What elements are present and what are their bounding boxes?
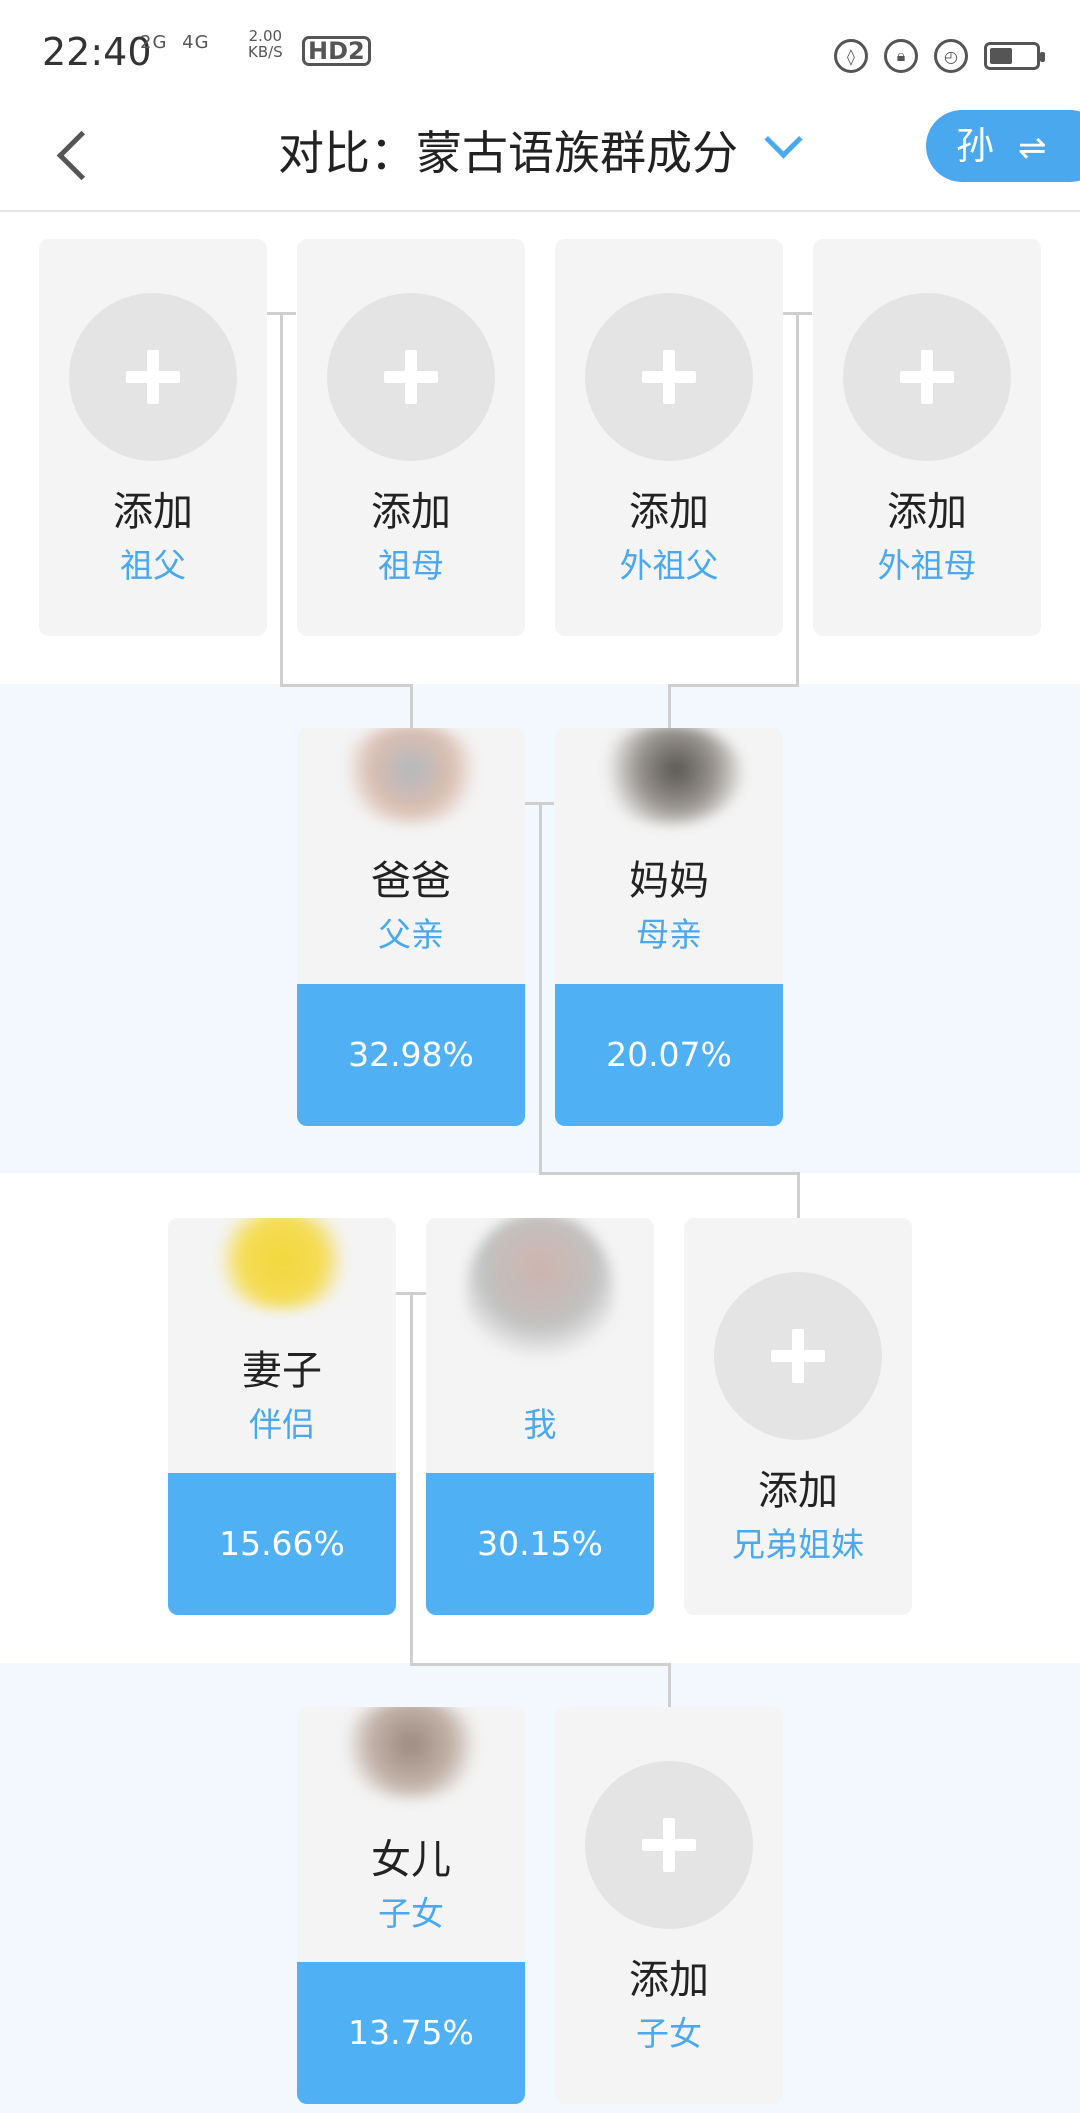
battery-icon (984, 42, 1045, 70)
add-icon (714, 1272, 882, 1440)
avatar (337, 728, 485, 824)
card-relation: 祖父 (120, 546, 186, 585)
connector-line (410, 1663, 671, 1710)
speed-value: 2.00 (248, 27, 283, 45)
lock-rotation-icon: 🔒︎ (884, 39, 918, 73)
grandmother-card[interactable]: 添加 祖母 (297, 239, 525, 636)
card-relation: 外祖母 (877, 546, 977, 585)
maternal-grandfather-card[interactable]: 添加 外祖父 (555, 239, 783, 636)
card-name: 添加 (629, 489, 709, 535)
card-name: 添加 (758, 1468, 838, 1514)
connector-line (668, 684, 671, 728)
status-bar: 22:40 2G 4G 2.00 KB/S HD2 ◊ 🔒︎ ◴ (0, 0, 1080, 100)
card-relation: 外祖父 (619, 546, 719, 585)
avatar (208, 1218, 356, 1310)
card-relation: 子女 (636, 2014, 702, 2053)
card-relation: 子女 (378, 1894, 444, 1933)
card-relation: 祖母 (378, 546, 444, 585)
signal-indicator: 2G 4G (140, 32, 218, 53)
back-button[interactable] (52, 118, 112, 188)
children-band (0, 1663, 1080, 2113)
card-name: 添加 (113, 489, 193, 535)
daughter-card[interactable]: 女儿 子女 13.75% (297, 1707, 525, 2104)
percent-value: 32.98% (297, 984, 525, 1126)
card-relation: 母亲 (636, 915, 702, 954)
switch-person-button[interactable]: 孙 ⇌ (926, 110, 1080, 182)
connector-line (539, 1172, 800, 1221)
card-name: 女儿 (371, 1837, 451, 1883)
speed-unit: KB/S (248, 43, 283, 61)
avatar (466, 1218, 614, 1372)
grandfather-card[interactable]: 添加 祖父 (39, 239, 267, 636)
network-4g-label: 4G (182, 32, 210, 53)
status-icons: ◊ 🔒︎ ◴ (834, 36, 1045, 76)
card-relation: 我 (523, 1405, 557, 1444)
chevron-down-icon[interactable] (764, 120, 803, 159)
alarm-icon: ◴ (934, 39, 968, 73)
avatar (337, 1707, 485, 1799)
swap-icon: ⇌ (1018, 128, 1047, 168)
card-relation: 父亲 (378, 915, 444, 954)
percent-value: 30.15% (426, 1473, 654, 1615)
add-icon (69, 293, 237, 461)
page-title[interactable]: 对比：蒙古语族群成分 (278, 120, 738, 186)
percent-value: 15.66% (168, 1473, 396, 1615)
card-relation: 兄弟姐妹 (732, 1525, 864, 1564)
card-name: 添加 (887, 489, 967, 535)
spouse-card[interactable]: 妻子 伴侣 15.66% (168, 1218, 396, 1615)
maternal-grandmother-card[interactable]: 添加 外祖母 (813, 239, 1041, 636)
card-name: 添加 (629, 1957, 709, 2003)
percent-value: 13.75% (297, 1962, 525, 2104)
switch-person-label: 孙 (956, 124, 995, 168)
add-icon (327, 293, 495, 461)
vibrate-icon: ◊ (834, 39, 868, 73)
status-time: 22:40 (42, 30, 152, 74)
card-relation: 伴侣 (249, 1405, 315, 1444)
add-icon (585, 1761, 753, 1929)
add-icon (585, 293, 753, 461)
percent-value: 20.07% (555, 984, 783, 1126)
self-card[interactable]: 我 30.15% (426, 1218, 654, 1615)
add-child-card[interactable]: 添加 子女 (555, 1707, 783, 2104)
network-2g-label: 2G (140, 32, 168, 53)
mother-card[interactable]: 妈妈 母亲 20.07% (555, 728, 783, 1126)
card-name: 爸爸 (371, 858, 451, 904)
card-name: 妻子 (242, 1348, 322, 1394)
connector-line (410, 684, 413, 728)
avatar (595, 728, 743, 824)
card-name: 妈妈 (629, 858, 709, 904)
top-bar: 对比：蒙古语族群成分 孙 ⇌ (0, 100, 1080, 212)
hd-indicator: HD2 (302, 36, 371, 66)
sibling-card[interactable]: 添加 兄弟姐妹 (684, 1218, 912, 1615)
father-card[interactable]: 爸爸 父亲 32.98% (297, 728, 525, 1126)
network-speed: 2.00 KB/S (248, 28, 283, 60)
card-name: 添加 (371, 489, 451, 535)
add-icon (843, 293, 1011, 461)
